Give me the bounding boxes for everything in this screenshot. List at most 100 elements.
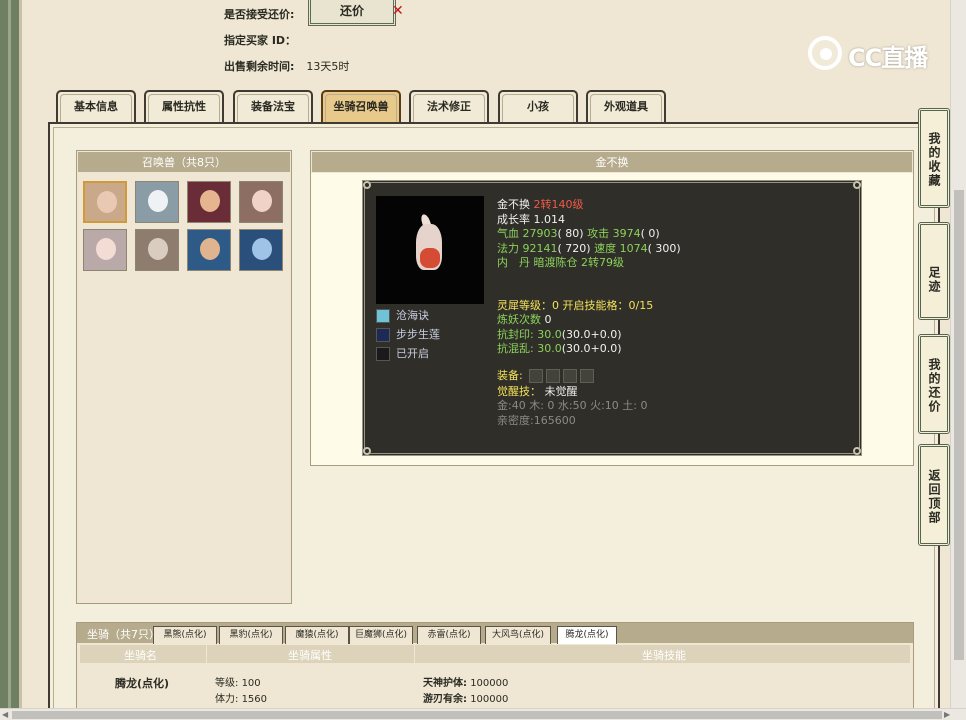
card-corner-ornament (363, 447, 371, 455)
remaining-time-value: 13天5时 (306, 60, 350, 73)
skill-item[interactable]: 步步生莲 (376, 327, 496, 343)
card-corner-ornament (853, 181, 861, 189)
tab-appearance[interactable]: 外观道具 (586, 90, 666, 122)
mp-label: 法力 (497, 241, 519, 255)
scroll-left-arrow-icon[interactable]: ◀ (2, 710, 8, 719)
horizontal-scrollbar[interactable]: ◀ ▶ (0, 708, 966, 720)
counter-offer-button[interactable]: 还价 (308, 0, 396, 26)
summon-avatar[interactable] (239, 229, 283, 271)
scroll-right-arrow-icon[interactable]: ▶ (944, 710, 950, 719)
equip-slot[interactable] (580, 368, 595, 383)
summon-avatar[interactable] (83, 181, 127, 223)
hp-label: 气血 (497, 227, 519, 240)
card-corner-ornament (363, 181, 371, 189)
tab-attributes[interactable]: 属性抗性 (144, 90, 224, 122)
col-mount-attr: 坐骑属性 (288, 649, 332, 662)
mount-stamina: 体力: 1560 (215, 690, 267, 705)
mount-tab[interactable]: 大风鸟(点化) (485, 626, 551, 644)
summon-avatar[interactable] (83, 229, 127, 271)
intimacy-line: 亲密度:165600 (497, 413, 576, 427)
mount-row-name: 腾龙(点化) (115, 677, 170, 690)
mount-skill-1-value: 100000 (470, 678, 509, 689)
accept-counter-row: 是否接受还价: (224, 6, 294, 22)
mount-tab[interactable]: 黑豹(点化) (219, 626, 283, 644)
summon-avatar[interactable] (239, 181, 283, 223)
awaken-label: 觉醒技： (497, 384, 541, 398)
my-favorites-button[interactable]: 我的收藏 (918, 108, 950, 208)
skill-label: 沧海诀 (396, 309, 429, 322)
growth-line: 成长率 1.014 (497, 213, 857, 228)
equip-line: 装备: (497, 368, 857, 385)
equip-slot[interactable] (546, 368, 561, 383)
equip-slot[interactable] (529, 368, 544, 383)
mount-level-label: 等级: (215, 678, 239, 689)
tab-mounts-summons[interactable]: 坐骑召唤兽 (321, 90, 401, 122)
mount-tab-active[interactable]: 腾龙(点化) (557, 626, 617, 644)
mount-skill-1: 天神护体: 100000 (423, 674, 508, 689)
vertical-scrollbar-thumb[interactable] (954, 190, 964, 660)
mp-bonus: ( 720) (557, 241, 591, 255)
equip-slot[interactable] (563, 368, 578, 383)
pet-name: 金不换 (497, 198, 530, 211)
mount-tab[interactable]: 巨魔狮(点化) (349, 626, 413, 644)
resist-seal-line: 抗封印: 30.0(30.0+0.0) (497, 328, 857, 343)
page-frame-left (0, 0, 22, 720)
vertical-scrollbar[interactable] (950, 0, 966, 708)
close-icon[interactable]: ✕ (392, 3, 404, 19)
tab-children[interactable]: 小孩 (498, 90, 578, 122)
mount-title: 坐骑（共7只） (87, 628, 160, 641)
mount-stamina-value: 1560 (241, 694, 268, 705)
cc-live-logo: CC直播 (808, 36, 938, 72)
summon-avatar[interactable] (135, 181, 179, 223)
mount-level: 等级: 100 (215, 674, 261, 689)
atk-bonus: ( 0) (640, 227, 660, 240)
pet-belly-shape (420, 248, 440, 268)
mount-tab[interactable]: 魔猿(点化) (285, 626, 349, 644)
hp-bonus: ( 80) (557, 227, 584, 240)
hp-atk-line: 气血 27903( 80) 攻击 3974( 0) (497, 227, 857, 242)
neidan-label: 内 丹 (497, 256, 530, 269)
mount-tab[interactable]: 赤雷(点化) (417, 626, 481, 644)
mount-tab[interactable]: 黑熊(点化) (153, 626, 217, 644)
refine-line: 炼妖次数 0 (497, 313, 857, 328)
summon-avatar[interactable] (187, 181, 231, 223)
my-counter-offers-button[interactable]: 我的还价 (918, 334, 950, 434)
skill-icon (376, 347, 390, 361)
resist-chaos-detail: (30.0+0.0) (561, 342, 622, 355)
atk-label: 攻击 (587, 227, 610, 240)
skill-item[interactable]: 沧海诀 (376, 308, 496, 324)
mp-value: 92141 (522, 241, 558, 255)
spd-bonus: ( 300) (647, 241, 681, 255)
resist-seal-detail: (30.0+0.0) (561, 327, 622, 341)
summon-avatar[interactable] (187, 229, 231, 271)
resist-chaos-value: 30.0 (537, 342, 562, 355)
spd-value: 1074 (619, 241, 648, 255)
horizontal-scrollbar-thumb[interactable] (12, 711, 942, 719)
footprint-button[interactable]: 足迹 (918, 222, 950, 320)
logo-mark-icon (808, 36, 842, 70)
summon-list: 召唤兽（共8只） (76, 150, 292, 604)
hp-value: 27903 (522, 227, 558, 240)
tab-basic-info[interactable]: 基本信息 (56, 90, 136, 122)
skill-icon (376, 328, 390, 342)
neidan-value: 暗渡陈仓 2转79级 (533, 256, 625, 269)
tab-spell-mods[interactable]: 法术修正 (409, 90, 489, 122)
mount-skill-2-label: 游刃有余: (423, 694, 467, 705)
mount-level-value: 100 (241, 678, 261, 689)
remaining-time-row: 出售剩余时间: 13天5时 (224, 58, 349, 74)
summon-avatar[interactable] (135, 229, 179, 271)
skill-icon (376, 309, 390, 323)
refine-value: 0 (544, 313, 552, 326)
resist-seal-value: 30.0 (537, 327, 562, 341)
spirit-line: 灵犀等级：0 开启技能格：0/15 (497, 298, 654, 312)
tab-equipment[interactable]: 装备法宝 (233, 90, 313, 122)
logo-text: CC直播 (848, 44, 928, 72)
skill-item[interactable]: 已开启 (376, 346, 496, 362)
col-divider (206, 645, 207, 663)
back-to-top-button[interactable]: 返回顶部 (918, 444, 950, 546)
mount-skill-2: 游刃有余: 100000 (423, 690, 508, 705)
mount-skill-1-label: 天神护体: (423, 678, 467, 689)
col-mount-name: 坐骑名 (124, 649, 157, 662)
awaken-line: 觉醒技： 未觉醒 (497, 385, 857, 400)
